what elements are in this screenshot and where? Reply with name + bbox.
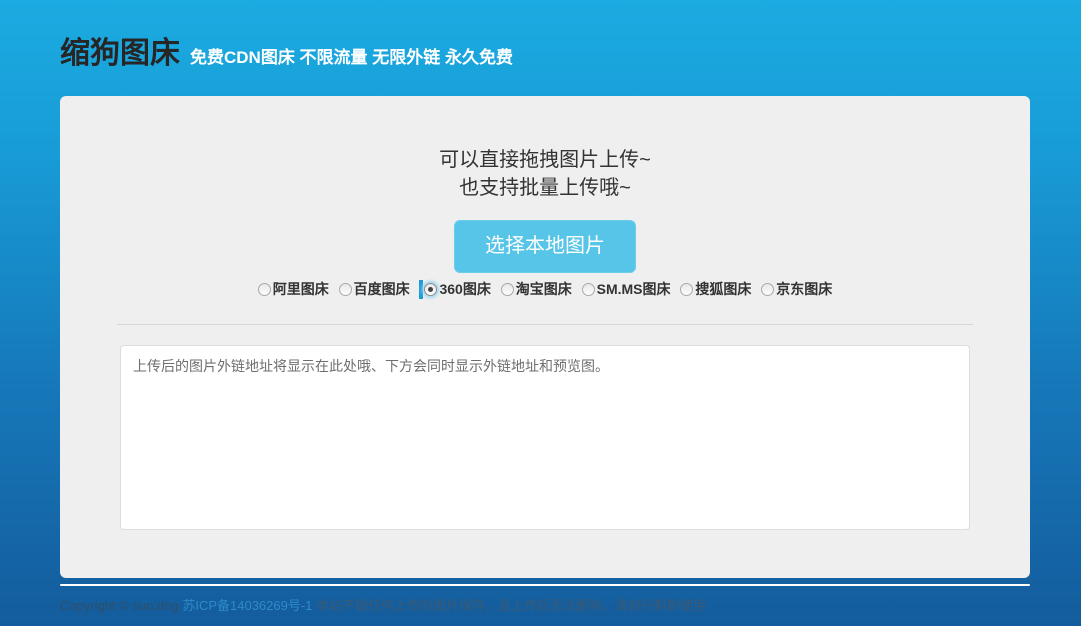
select-local-image-button[interactable]: 选择本地图片 xyxy=(454,220,636,273)
copyright-text: Copyright © suo.dog xyxy=(60,598,179,613)
text-cursor xyxy=(419,280,423,299)
result-links-textarea[interactable] xyxy=(120,345,970,530)
radio-icon xyxy=(339,283,352,296)
radio-icon xyxy=(424,283,437,296)
cdn-option[interactable]: SM.MS图床 xyxy=(582,279,671,299)
button-row: 选择本地图片 xyxy=(60,220,1030,273)
site-subtitle: 免费CDN图床 不限流量 无限外链 永久免费 xyxy=(190,43,513,68)
disclaimer-text: 本站不做任何上传的图片保存，且上传后无法删除。请自行斟酌使用 xyxy=(316,598,706,613)
cdn-option[interactable]: 百度图床 xyxy=(339,279,410,299)
radio-icon xyxy=(582,283,595,296)
page-header: 缩狗图床免费CDN图床 不限流量 无限外链 永久免费 xyxy=(0,0,1081,68)
batch-upload-hint: 也支持批量上传哦~ xyxy=(60,174,1030,202)
cdn-option[interactable]: 阿里图床 xyxy=(258,279,329,299)
upload-card: 可以直接拖拽图片上传~ 也支持批量上传哦~ 选择本地图片 阿里图床 百度图床 3… xyxy=(60,96,1030,578)
radio-icon xyxy=(761,283,774,296)
cdn-option[interactable]: 搜狐图床 xyxy=(680,279,751,299)
cdn-option[interactable]: 360图床 xyxy=(419,279,490,299)
site-title: 缩狗图床 xyxy=(60,28,180,72)
footer: Copyright © suo.dog 苏ICP备14036269号-1 本站不… xyxy=(60,598,1081,614)
cdn-option[interactable]: 淘宝图床 xyxy=(501,279,572,299)
icp-license-link[interactable]: 苏ICP备14036269号-1 xyxy=(182,598,312,613)
card-divider xyxy=(117,324,973,325)
drag-upload-hint: 可以直接拖拽图片上传~ xyxy=(60,146,1030,174)
footer-divider xyxy=(60,584,1030,586)
radio-icon xyxy=(258,283,271,296)
cdn-option[interactable]: 京东图床 xyxy=(761,279,832,299)
cdn-options-row: 阿里图床 百度图床 360图床 淘宝图床 SM.MS图床 搜狐图床 京东图床 xyxy=(60,279,1030,301)
radio-icon xyxy=(501,283,514,296)
result-area xyxy=(60,345,1030,535)
radio-icon xyxy=(680,283,693,296)
